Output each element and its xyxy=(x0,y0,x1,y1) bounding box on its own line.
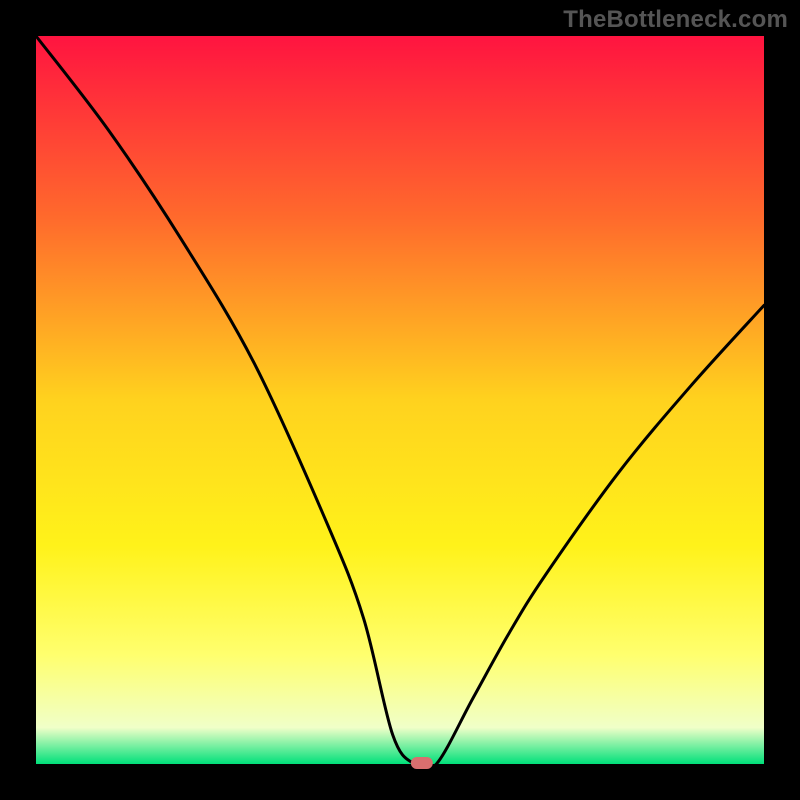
chart-frame: TheBottleneck.com xyxy=(0,0,800,800)
optimal-marker xyxy=(411,757,433,769)
plot-background xyxy=(36,36,764,764)
watermark-text: TheBottleneck.com xyxy=(563,6,788,34)
bottleneck-chart xyxy=(0,0,800,800)
